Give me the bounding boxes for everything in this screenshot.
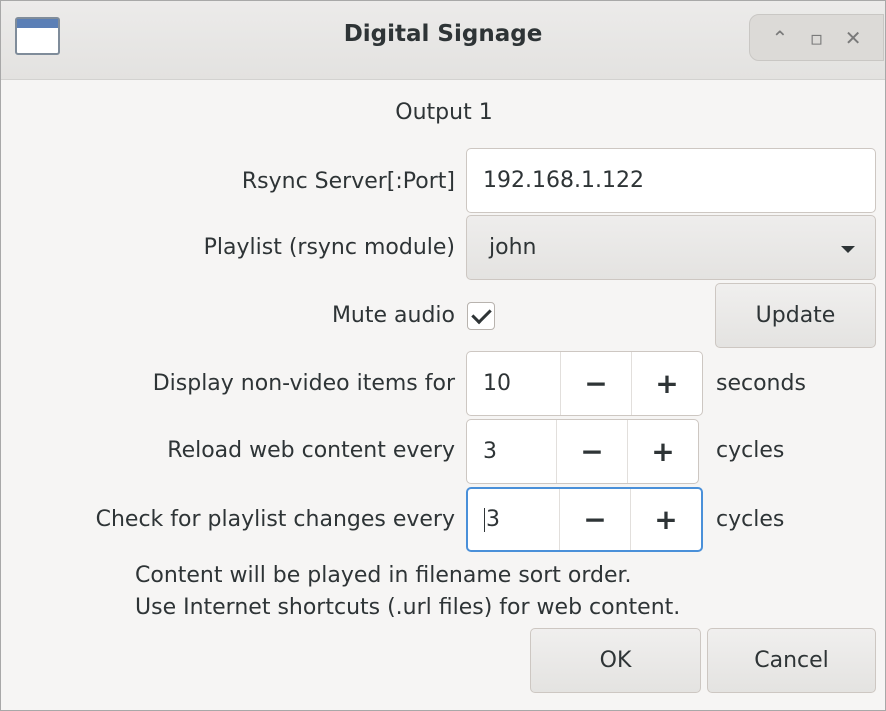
- playlist-selected-value: john: [489, 235, 537, 260]
- check-playlist-stepper: 3 − +: [466, 487, 703, 552]
- text-caret: [484, 507, 485, 532]
- check-playlist-label: Check for playlist changes every: [95, 507, 455, 532]
- window-controls: ⌃ ▫ ✕: [749, 14, 884, 61]
- minimize-icon[interactable]: ⌃: [771, 26, 788, 50]
- close-icon[interactable]: ✕: [845, 26, 862, 50]
- playlist-dropdown[interactable]: john: [466, 215, 876, 280]
- check-playlist-value-text: 3: [486, 507, 500, 532]
- display-duration-stepper: 10 − +: [466, 351, 703, 416]
- note-sort-order: Content will be played in filename sort …: [135, 563, 632, 588]
- check-playlist-increment-button[interactable]: +: [630, 489, 701, 550]
- rsync-server-input[interactable]: 192.168.1.122: [466, 148, 876, 213]
- display-duration-unit: seconds: [716, 371, 806, 396]
- reload-web-unit: cycles: [716, 438, 785, 463]
- maximize-icon[interactable]: ▫: [810, 26, 824, 50]
- playlist-label: Playlist (rsync module): [203, 235, 455, 260]
- reload-web-increment-button[interactable]: +: [627, 420, 698, 483]
- ok-button[interactable]: OK: [530, 628, 701, 693]
- mute-audio-checkbox[interactable]: [467, 302, 495, 330]
- note-url-shortcuts: Use Internet shortcuts (.url files) for …: [135, 595, 681, 620]
- check-playlist-decrement-button[interactable]: −: [559, 489, 630, 550]
- display-duration-value[interactable]: 10: [467, 352, 560, 415]
- display-duration-increment-button[interactable]: +: [631, 352, 702, 415]
- output-label: Output 1: [395, 100, 493, 125]
- dialog-window: Digital Signage ⌃ ▫ ✕ Output 1 Rsync Ser…: [0, 0, 886, 711]
- display-duration-decrement-button[interactable]: −: [560, 352, 631, 415]
- reload-web-decrement-button[interactable]: −: [556, 420, 627, 483]
- mute-audio-label: Mute audio: [331, 303, 455, 328]
- rsync-server-label: Rsync Server[:Port]: [241, 169, 455, 194]
- check-playlist-unit: cycles: [716, 507, 785, 532]
- reload-web-value[interactable]: 3: [467, 420, 556, 483]
- reload-web-stepper: 3 − +: [466, 419, 699, 484]
- display-duration-label: Display non-video items for: [152, 371, 455, 396]
- check-playlist-value[interactable]: 3: [468, 489, 559, 550]
- reload-web-label: Reload web content every: [167, 438, 455, 463]
- title-bar[interactable]: Digital Signage ⌃ ▫ ✕: [1, 1, 885, 80]
- chevron-down-icon: [841, 246, 855, 253]
- cancel-button[interactable]: Cancel: [707, 628, 876, 693]
- update-button[interactable]: Update: [715, 283, 876, 348]
